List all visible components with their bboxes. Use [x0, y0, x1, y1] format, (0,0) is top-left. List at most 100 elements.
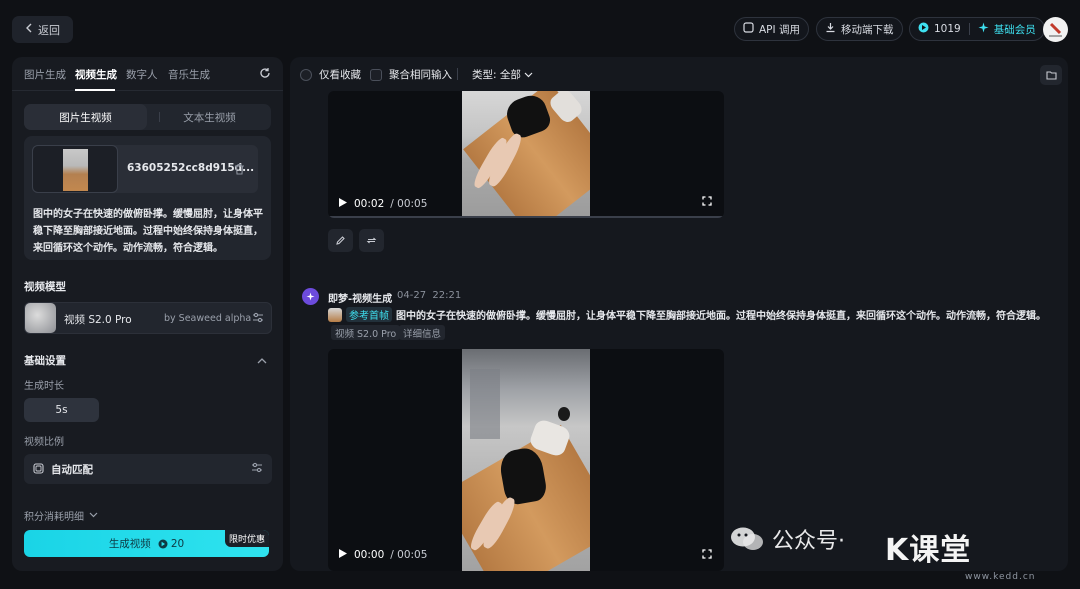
tab-image-gen[interactable]: 图片生成	[24, 67, 66, 82]
watermark-text: 公众号·	[772, 529, 845, 554]
person-head	[558, 407, 570, 421]
type-filter-label: 类型: 全部	[472, 69, 521, 81]
trash-icon[interactable]	[234, 163, 245, 178]
active-tab-indicator	[75, 89, 115, 91]
duration-label: 生成时长	[24, 381, 64, 392]
watermark-logo: K课堂	[885, 533, 972, 568]
video-progress-bar[interactable]	[328, 216, 724, 218]
avatar[interactable]	[1043, 17, 1068, 42]
ratio-label: 视频比例	[24, 437, 64, 448]
model-name: 视频 S2.0 Pro	[64, 314, 132, 326]
sparkle-icon	[306, 292, 315, 301]
back-button[interactable]: 返回	[12, 16, 73, 43]
duration-option-5s[interactable]: 5s	[24, 398, 99, 422]
fullscreen-icon[interactable]	[702, 549, 712, 562]
generate-video-button[interactable]: 生成视频 20 限时优惠	[24, 530, 269, 557]
uploaded-image-thumbnail[interactable]	[32, 145, 118, 193]
regenerate-button[interactable]	[359, 229, 384, 252]
settings-sliders-icon[interactable]	[252, 312, 264, 326]
message-prompt-text: 图中的女子在快速的做俯卧撑。缓慢屈肘，让身体平稳下降至胸部接近地面。过程中始终保…	[396, 311, 1046, 322]
video-player-1[interactable]: 00:02 / 00:05	[328, 91, 724, 218]
details-chip[interactable]: 详细信息	[399, 325, 446, 340]
total-time: / 00:05	[390, 549, 428, 561]
folder-button[interactable]	[1040, 65, 1062, 85]
aggregate-label: 聚合相同输入	[389, 69, 452, 81]
total-time: / 00:05	[390, 198, 428, 210]
points-detail-toggle[interactable]: 积分消耗明细	[24, 508, 98, 523]
repeat-icon	[366, 237, 377, 244]
avatar-logo-icon	[1049, 22, 1062, 37]
message-title: 即梦-视频生成	[328, 294, 393, 305]
video-frame	[462, 349, 590, 571]
favorites-label: 仅看收藏	[319, 69, 361, 81]
mode-image-to-video[interactable]: 图片生视频	[24, 104, 147, 130]
settings-sliders-icon[interactable]	[251, 462, 263, 476]
api-icon	[743, 22, 754, 36]
generate-label: 生成视频	[108, 538, 151, 550]
reference-frame-thumbnail[interactable]	[328, 307, 342, 322]
video-player-2[interactable]: 00:00 / 00:05	[328, 349, 724, 571]
divider	[457, 68, 458, 80]
pencil-icon	[336, 236, 345, 245]
chevron-up-icon[interactable]	[257, 355, 267, 368]
tab-music-gen[interactable]: 音乐生成	[168, 67, 210, 82]
mode-text-to-video[interactable]: 文本生视频	[148, 104, 271, 130]
points-detail-label: 积分消耗明细	[24, 512, 84, 523]
reference-frame-label[interactable]: 参考首帧	[346, 307, 392, 322]
model-provider: by Seaweed alpha	[164, 313, 252, 324]
chevron-left-icon	[25, 23, 33, 36]
tab-digital-human[interactable]: 数字人	[126, 67, 158, 82]
video-controls: 00:02 / 00:05	[328, 190, 724, 218]
mobile-download-label: 移动端下载	[841, 23, 894, 36]
generator-avatar	[302, 288, 319, 305]
ratio-selector[interactable]: 自动匹配	[24, 454, 272, 484]
ratio-value: 自动匹配	[51, 464, 93, 476]
tab-video-gen[interactable]: 视频生成	[75, 67, 117, 82]
left-panel: 图片生成 视频生成 数字人 音乐生成 图片生视频 文本生视频 63605252c…	[12, 57, 283, 571]
type-filter-dropdown[interactable]: 类型: 全部	[472, 67, 533, 82]
creation-tabs: 图片生成 视频生成 数字人 音乐生成	[12, 57, 283, 91]
current-time: 00:00	[354, 549, 385, 561]
refresh-icon[interactable]	[259, 67, 271, 82]
model-section-title: 视频模型	[24, 281, 66, 293]
favorites-checkbox[interactable]	[300, 68, 312, 81]
aspect-ratio-icon	[33, 463, 44, 477]
basic-settings-title[interactable]: 基础设置	[24, 353, 66, 368]
mirror-panel	[470, 369, 500, 439]
member-label: 基础会员	[993, 23, 1036, 36]
credits-value: 1019	[934, 23, 961, 35]
model-thumbnail	[25, 303, 56, 333]
api-label: API 调用	[759, 23, 800, 36]
play-icon[interactable]	[338, 548, 348, 562]
divider	[968, 23, 970, 35]
results-panel: 仅看收藏 聚合相同输入 类型: 全部 00:02 / 00:05 即梦-视频生成…	[290, 57, 1068, 571]
mobile-download-button[interactable]: 移动端下载	[816, 17, 903, 41]
credits-member-pill[interactable]: 1019 基础会员	[909, 17, 1045, 41]
limited-offer-badge: 限时优惠	[224, 530, 269, 547]
mode-segmented-control: 图片生视频 文本生视频	[24, 104, 271, 130]
favorites-filter[interactable]: 仅看收藏	[300, 67, 361, 82]
prompt-card: 63605252cc8d915d... 图中的女子在快速的做俯卧撑。缓慢屈肘，让…	[24, 136, 271, 260]
generate-cost: 20	[158, 538, 184, 550]
model-selector[interactable]: 视频 S2.0 Pro by Seaweed alpha	[24, 302, 272, 334]
message-date: 04-27	[397, 290, 427, 301]
fullscreen-icon[interactable]	[702, 196, 712, 209]
credits-icon	[158, 539, 168, 548]
watermark-url: www.kedd.cn	[965, 572, 1036, 582]
download-icon	[825, 22, 836, 36]
api-button[interactable]: API 调用	[734, 17, 809, 41]
edit-button[interactable]	[328, 229, 353, 252]
credits-icon	[918, 22, 929, 36]
wechat-watermark: 公众号·	[730, 523, 845, 555]
model-chip[interactable]: 视频 S2.0 Pro	[331, 325, 401, 340]
aggregate-filter[interactable]: 聚合相同输入	[370, 67, 452, 82]
filter-bar: 仅看收藏 聚合相同输入 类型: 全部	[290, 57, 1068, 89]
prompt-text[interactable]: 图中的女子在快速的做俯卧撑。缓慢屈肘，让身体平稳下降至胸部接近地面。过程中始终保…	[33, 206, 263, 257]
uploaded-file[interactable]: 63605252cc8d915d...	[32, 145, 258, 193]
aggregate-checkbox[interactable]	[370, 68, 382, 81]
message-prompt-row: 参考首帧 图中的女子在快速的做俯卧撑。缓慢屈肘，让身体平稳下降至胸部接近地面。过…	[328, 307, 1046, 322]
video-controls: 00:00 / 00:05	[328, 541, 724, 569]
folder-icon	[1045, 71, 1057, 80]
play-icon[interactable]	[338, 197, 348, 211]
thumbnail-image	[63, 149, 88, 191]
